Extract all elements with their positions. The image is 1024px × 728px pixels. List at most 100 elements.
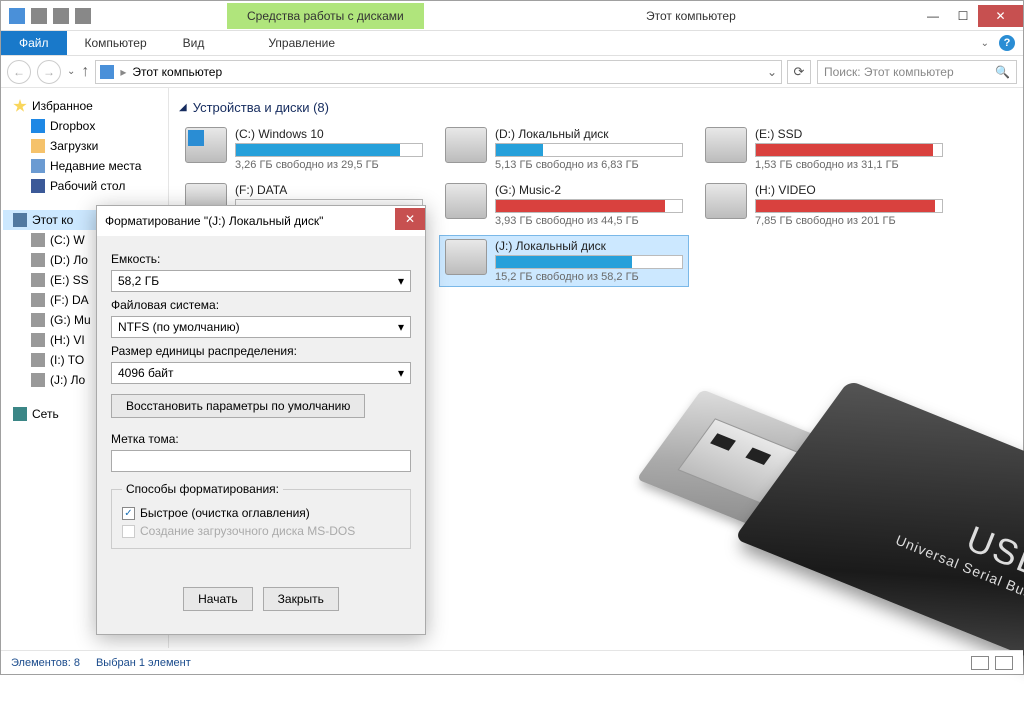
qat-icon[interactable] xyxy=(75,8,91,24)
nav-forward-button[interactable]: → xyxy=(37,60,61,84)
tab-file[interactable]: Файл xyxy=(1,31,67,55)
titlebar: Средства работы с дисками Этот компьютер… xyxy=(1,1,1023,31)
star-icon xyxy=(13,99,27,113)
drive-icon xyxy=(185,127,227,163)
drive-icon xyxy=(31,373,45,387)
tab-computer[interactable]: Компьютер xyxy=(67,31,165,55)
drive-name: (E:) SSD xyxy=(755,127,943,143)
capacity-label: Емкость: xyxy=(111,252,411,266)
drive-icon xyxy=(705,183,747,219)
drive-free-text: 5,13 ГБ свободно из 6,83 ГБ xyxy=(495,159,683,171)
drive-free-text: 3,93 ГБ свободно из 44,5 ГБ xyxy=(495,215,683,227)
close-button[interactable]: ✕ xyxy=(978,5,1023,27)
drive-item[interactable]: (H:) VIDEO7,85 ГБ свободно из 201 ГБ xyxy=(699,179,949,231)
drive-bar xyxy=(495,199,683,213)
drive-item[interactable]: (E:) SSD 1,53 ГБ свободно из 31,1 ГБ xyxy=(699,123,949,175)
group-header-devices[interactable]: ◢ Устройства и диски (8) xyxy=(177,96,1015,123)
quick-format-checkbox[interactable]: ✓ Быстрое (очистка оглавления) xyxy=(122,504,400,522)
filesystem-select[interactable]: NTFS (по умолчанию)▾ xyxy=(111,316,411,338)
msdos-checkbox: Создание загрузочного диска MS-DOS xyxy=(122,522,400,540)
dialog-close-button[interactable]: ✕ xyxy=(395,208,425,230)
close-button[interactable]: Закрыть xyxy=(263,587,339,611)
drive-bar xyxy=(755,199,943,213)
history-dropdown-icon[interactable]: ⌄ xyxy=(67,66,75,77)
ribbon: Файл Компьютер Вид Управление ⌄ ? xyxy=(1,31,1023,56)
network-icon xyxy=(13,407,27,421)
checkbox-icon: ✓ xyxy=(122,507,135,520)
chevron-down-icon: ▾ xyxy=(398,366,404,380)
drive-item[interactable]: (D:) Локальный диск 5,13 ГБ свободно из 6… xyxy=(439,123,689,175)
tab-manage[interactable]: Управление xyxy=(250,31,353,55)
qat-icon[interactable] xyxy=(53,8,69,24)
checkbox-icon xyxy=(122,525,135,538)
drive-bar xyxy=(755,143,943,157)
nav-up-button[interactable]: ↑ xyxy=(81,63,89,81)
allocation-select[interactable]: 4096 байт▾ xyxy=(111,362,411,384)
help-icon[interactable]: ? xyxy=(999,35,1015,51)
volume-label: Метка тома: xyxy=(111,432,411,446)
drive-free-text: 3,26 ГБ свободно из 29,5 ГБ xyxy=(235,159,423,171)
recent-icon xyxy=(31,159,45,173)
drive-free-text: 1,53 ГБ свободно из 31,1 ГБ xyxy=(755,159,943,171)
drive-item[interactable]: (J:) Локальный диск15,2 ГБ свободно из 5… xyxy=(439,235,689,287)
drive-name: (C:) Windows 10 xyxy=(235,127,423,143)
app-icon xyxy=(9,8,25,24)
tab-view[interactable]: Вид xyxy=(165,31,223,55)
minimize-button[interactable]: — xyxy=(918,5,948,27)
tree-item-recent[interactable]: Недавние места xyxy=(3,156,166,176)
drive-item[interactable]: (G:) Music-23,93 ГБ свободно из 44,5 ГБ xyxy=(439,179,689,231)
status-selected-count: Выбран 1 элемент xyxy=(96,657,191,669)
tree-favorites[interactable]: Избранное xyxy=(3,96,166,116)
drive-bar xyxy=(495,143,683,157)
desktop-icon xyxy=(31,179,45,193)
volume-input[interactable] xyxy=(111,450,411,472)
usb-illustration: USB Universal Serial Bus xyxy=(619,398,1024,728)
drive-icon xyxy=(31,353,45,367)
drive-item[interactable]: (C:) Windows 10 3,26 ГБ свободно из 29,5 … xyxy=(179,123,429,175)
drive-icon xyxy=(31,313,45,327)
window-title: Этот компьютер xyxy=(424,9,918,23)
drive-bar xyxy=(495,255,683,269)
drive-icon xyxy=(31,233,45,247)
statusbar: Элементов: 8 Выбран 1 элемент xyxy=(1,650,1023,674)
tree-item-downloads[interactable]: Загрузки xyxy=(3,136,166,156)
nav-back-button[interactable]: ← xyxy=(7,60,31,84)
drive-icon xyxy=(31,293,45,307)
drive-icon xyxy=(445,127,487,163)
breadcrumb-item[interactable]: Этот компьютер xyxy=(132,65,222,79)
computer-icon xyxy=(100,65,114,79)
qat-icon[interactable] xyxy=(31,8,47,24)
drive-icon xyxy=(705,127,747,163)
start-button[interactable]: Начать xyxy=(183,587,253,611)
capacity-select[interactable]: 58,2 ГБ▾ xyxy=(111,270,411,292)
tree-item-dropbox[interactable]: Dropbox xyxy=(3,116,166,136)
dropbox-icon xyxy=(31,119,45,133)
chevron-down-icon[interactable]: ⌄ xyxy=(981,38,989,49)
maximize-button[interactable]: ☐ xyxy=(948,5,978,27)
refresh-button[interactable]: ⟳ xyxy=(787,60,811,84)
restore-defaults-button[interactable]: Восстановить параметры по умолчанию xyxy=(111,394,365,418)
drive-bar xyxy=(235,143,423,157)
drive-name: (D:) Локальный диск xyxy=(495,127,683,143)
search-input[interactable]: Поиск: Этот компьютер 🔍 xyxy=(817,60,1017,84)
drive-icon xyxy=(445,183,487,219)
view-details-button[interactable] xyxy=(971,656,989,670)
dialog-titlebar[interactable]: Форматирование "(J:) Локальный диск" ✕ xyxy=(97,206,425,236)
chevron-down-icon[interactable]: ⌄ xyxy=(767,65,777,79)
computer-icon xyxy=(13,213,27,227)
view-tiles-button[interactable] xyxy=(995,656,1013,670)
tree-item-desktop[interactable]: Рабочий стол xyxy=(3,176,166,196)
filesystem-label: Файловая система: xyxy=(111,298,411,312)
contextual-tab-drive-tools[interactable]: Средства работы с дисками xyxy=(227,3,424,29)
drive-name: (H:) VIDEO xyxy=(755,183,943,199)
drive-icon xyxy=(445,239,487,275)
chevron-down-icon: ▾ xyxy=(398,320,404,334)
chevron-down-icon: ▾ xyxy=(398,274,404,288)
drive-name: (J:) Локальный диск xyxy=(495,239,683,255)
search-icon: 🔍 xyxy=(995,65,1010,79)
drive-icon xyxy=(31,333,45,347)
address-bar[interactable]: ▸ Этот компьютер ⌄ xyxy=(95,60,782,84)
folder-icon xyxy=(31,139,45,153)
drive-name: (F:) DATA xyxy=(235,183,423,199)
drive-icon xyxy=(31,253,45,267)
